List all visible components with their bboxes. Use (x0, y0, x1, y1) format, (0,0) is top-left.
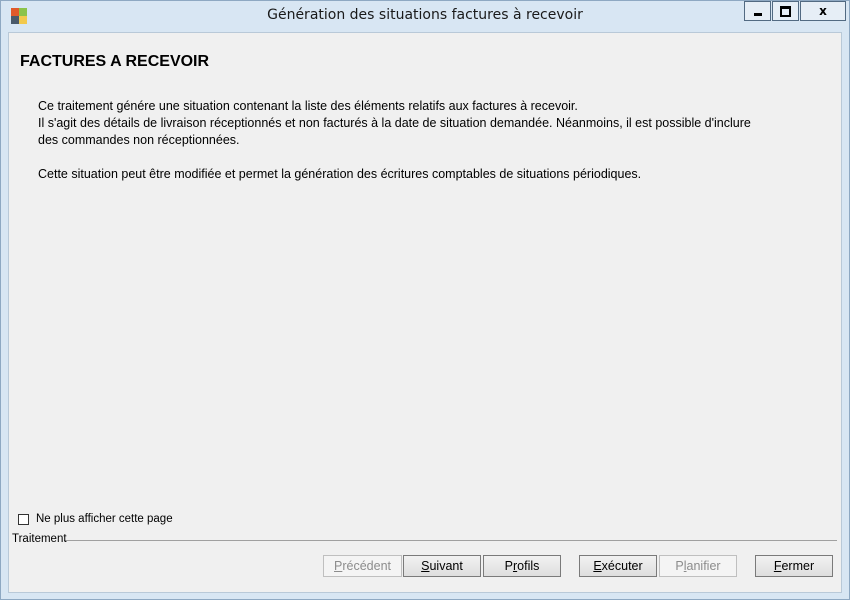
fermer-label: Fermer (773, 559, 815, 573)
previous-button[interactable]: Précédent (323, 555, 402, 577)
profiles-button[interactable]: Profils (483, 555, 561, 577)
maximize-button[interactable] (772, 1, 799, 21)
title-bar[interactable]: Génération des situations factures à rec… (1, 1, 849, 31)
profils-label: Profils (504, 559, 540, 573)
description-line: Cette situation peut être modifiée et pe… (38, 167, 642, 181)
close-button[interactable]: x (800, 1, 846, 21)
group-separator (64, 540, 837, 541)
description-line: Il s'agit des détails de livraison récep… (38, 116, 751, 130)
executer-label: Exécuter (593, 559, 643, 573)
minimize-button[interactable] (744, 1, 771, 21)
group-label: Traitement (12, 533, 67, 545)
window-title: Génération des situations factures à rec… (267, 7, 583, 23)
dont-show-again-option[interactable]: Ne plus afficher cette page (18, 513, 173, 525)
maximize-icon (780, 5, 791, 17)
schedule-button[interactable]: Planifier (659, 555, 737, 577)
dont-show-again-label[interactable]: Ne plus afficher cette page (36, 513, 173, 525)
page-title: FACTURES A RECEVOIR (20, 53, 210, 70)
next-button[interactable]: Suivant (403, 555, 481, 577)
close-icon: x (819, 4, 827, 18)
suivant-label: Suivant (421, 559, 463, 573)
description-line: Ce traitement génére une situation conte… (38, 99, 578, 113)
minimize-icon (753, 12, 762, 16)
planifier-label: Planifier (675, 559, 721, 573)
description: Ce traitement génére une situation conte… (38, 98, 818, 183)
execute-button[interactable]: Exécuter (579, 555, 657, 577)
precedent-label: Précédent (334, 559, 391, 573)
wizard-panel: FACTURES A RECEVOIR Ce traitement génére… (8, 32, 842, 593)
description-line: des commandes non réceptionnées. (38, 133, 240, 147)
application-window: Génération des situations factures à rec… (0, 0, 850, 600)
dont-show-again-checkbox[interactable] (18, 513, 29, 525)
close-dialog-button[interactable]: Fermer (755, 555, 833, 577)
